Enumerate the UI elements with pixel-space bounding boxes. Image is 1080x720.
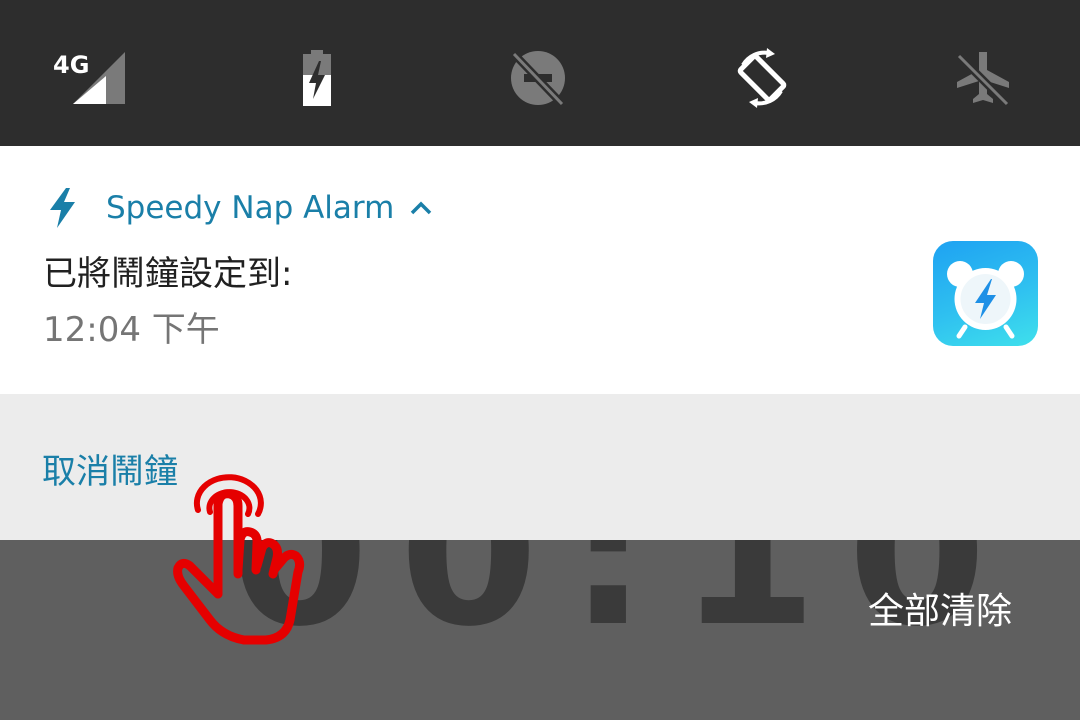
notification-text: 12:04 下午	[43, 310, 220, 350]
airplane-mode-off-icon	[956, 52, 1010, 107]
airplane-mode-tile[interactable]	[943, 40, 1023, 116]
collapse-chevron-icon[interactable]	[410, 201, 432, 215]
signal-4g-icon: 4G	[53, 51, 125, 104]
quick-settings-bar: 4G	[0, 0, 1080, 146]
do-not-disturb-off-icon	[511, 51, 565, 107]
app-name: Speedy Nap Alarm	[106, 190, 395, 226]
alarm-notification[interactable]: Speedy Nap Alarm 已將鬧鐘設定到: 12:04 下午	[0, 146, 1080, 394]
battery-tile[interactable]	[277, 40, 357, 116]
alarm-clock-app-icon	[933, 241, 1038, 346]
dnd-tile[interactable]	[498, 40, 578, 116]
battery-charging-icon	[303, 50, 331, 106]
notification-actions: 取消鬧鐘	[0, 394, 1080, 540]
tap-hand-icon	[173, 474, 305, 645]
cancel-alarm-button[interactable]: 取消鬧鐘	[42, 444, 178, 493]
notification-header[interactable]: Speedy Nap Alarm	[48, 188, 432, 228]
auto-rotate-icon	[737, 48, 787, 108]
clear-all-button[interactable]: 全部清除	[868, 582, 1012, 634]
signal-4g-tile[interactable]: 4G	[50, 40, 130, 116]
lightning-icon	[50, 188, 75, 228]
notification-title: 已將鬧鐘設定到:	[43, 254, 293, 294]
auto-rotate-tile[interactable]	[722, 40, 802, 116]
network-type-label: 4G	[53, 51, 89, 79]
